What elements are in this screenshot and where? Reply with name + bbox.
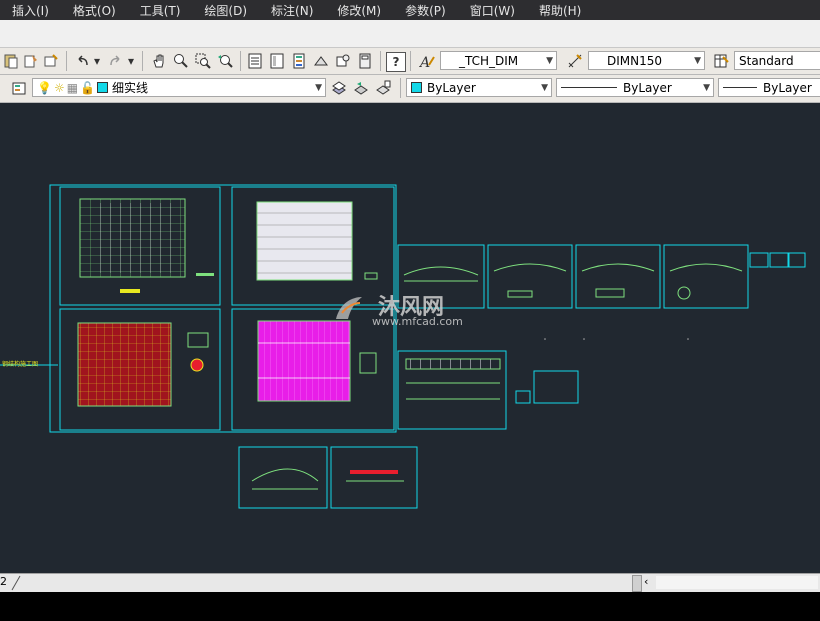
command-line[interactable]	[0, 592, 820, 621]
ribbon-strip	[0, 20, 820, 48]
undo-dropdown-icon[interactable]: ▾	[92, 52, 102, 70]
toolbar-separator	[380, 51, 381, 71]
toolbar-separator	[142, 51, 143, 71]
color-swatch	[411, 82, 422, 93]
color-select[interactable]: ByLayer ▼	[406, 78, 552, 97]
design-center-icon[interactable]	[268, 52, 286, 70]
sheet-set-icon[interactable]	[312, 52, 330, 70]
layer-previous-icon[interactable]	[352, 79, 370, 97]
menu-draw[interactable]: 绘图(D)	[192, 2, 259, 19]
scroll-grip[interactable]	[632, 575, 642, 592]
menu-insert[interactable]: 插入(I)	[0, 2, 61, 19]
chevron-down-icon: ▼	[546, 55, 553, 66]
help-icon[interactable]: ?	[386, 52, 406, 72]
properties-icon[interactable]	[246, 52, 264, 70]
redo-dropdown-icon[interactable]: ▾	[126, 52, 136, 70]
current-layer-name: 细实线	[112, 81, 149, 95]
text-style-value: _TCH_DIM	[459, 53, 519, 68]
layer-select[interactable]: 💡 ☼ ▦ 🔓 细实线 ▼	[32, 78, 326, 97]
calculator-icon[interactable]	[356, 52, 374, 70]
toolbar-separator	[66, 51, 67, 71]
watermark-logo-icon	[332, 293, 366, 323]
sheet-roof-plan[interactable]	[231, 308, 395, 431]
menu-parameters[interactable]: 参数(P)	[393, 2, 458, 19]
left-label: 钢结构施工图	[2, 361, 39, 368]
sheet-elevations[interactable]	[397, 244, 806, 309]
scroll-left-icon[interactable]: ‹	[644, 575, 648, 588]
zoom-window-icon[interactable]	[194, 52, 212, 70]
linetype-preview	[561, 87, 617, 88]
block-editor-icon[interactable]	[42, 52, 60, 70]
chevron-down-icon: ▼	[703, 82, 710, 93]
redo-icon[interactable]	[106, 52, 124, 70]
menu-window[interactable]: 窗口(W)	[458, 2, 527, 19]
model-space-drawing	[0, 184, 806, 509]
lightbulb-icon: 💡	[37, 80, 52, 95]
viewport-freeze-icon: ▦	[66, 80, 79, 95]
make-object-layer-current-icon[interactable]	[330, 79, 348, 97]
layers-toolbar: 💡 ☼ ▦ 🔓 细实线 ▼ ByLayer ▼ ByLayer ▼ ByLaye…	[0, 75, 820, 103]
pan-icon[interactable]	[150, 52, 168, 70]
table-style-select[interactable]: Standard	[734, 51, 820, 70]
markup-icon[interactable]	[334, 52, 352, 70]
dimension-style-value: DIMN150	[607, 53, 663, 68]
dimension-style-select[interactable]: DIMN150 ▼	[588, 51, 705, 70]
zoom-previous-icon[interactable]	[216, 52, 234, 70]
menu-format[interactable]: 格式(O)	[61, 2, 128, 19]
layer-states-icon[interactable]	[374, 79, 392, 97]
zoom-realtime-icon[interactable]	[172, 52, 190, 70]
svg-text:A: A	[419, 55, 430, 69]
tool-palettes-icon[interactable]	[290, 52, 308, 70]
layer-manager-icon[interactable]	[10, 79, 28, 97]
dimension-style-icon[interactable]	[566, 52, 584, 70]
paste-icon[interactable]	[2, 52, 20, 70]
layer-color-swatch	[97, 82, 109, 93]
lineweight-value: ByLayer	[763, 80, 812, 95]
color-value: ByLayer	[427, 80, 476, 95]
watermark-url: www.mfcad.com	[372, 315, 463, 328]
menu-modify[interactable]: 修改(M)	[325, 2, 393, 19]
linetype-value: ByLayer	[623, 80, 672, 95]
toolbar-separator	[240, 51, 241, 71]
standard-toolbar: ▾ ▾ ? A _TCH_DIM ▼ DIMN150 ▼ Standard	[0, 48, 820, 75]
tab-separator-icon	[11, 575, 21, 591]
text-style-icon[interactable]: A	[418, 52, 436, 70]
chevron-down-icon: ▼	[541, 82, 548, 93]
table-style-value: Standard	[739, 53, 794, 68]
sheet-sections[interactable]	[238, 446, 418, 509]
layout-tab-bar: 2 ‹	[0, 573, 820, 592]
unlock-icon: 🔓	[80, 80, 96, 95]
chevron-down-icon: ▼	[694, 55, 701, 66]
layout-tab[interactable]: 2	[0, 575, 7, 588]
menu-help[interactable]: 帮助(H)	[527, 2, 593, 19]
sheet-truss-detail[interactable]	[397, 350, 579, 430]
menu-dimension[interactable]: 标注(N)	[259, 2, 325, 19]
undo-icon[interactable]	[74, 52, 92, 70]
menu-bar: 插入(I) 格式(O) 工具(T) 绘图(D) 标注(N) 修改(M) 参数(P…	[0, 0, 820, 20]
match-properties-icon[interactable]	[22, 52, 40, 70]
drawing-canvas[interactable]: 钢结构施工图 沐风网 www.mfcad.com	[0, 103, 820, 573]
linetype-select[interactable]: ByLayer ▼	[556, 78, 714, 97]
menu-tools[interactable]: 工具(T)	[128, 2, 193, 19]
text-style-select[interactable]: _TCH_DIM ▼	[440, 51, 557, 70]
lineweight-select[interactable]: ByLayer	[718, 78, 820, 97]
sheet-foundation-plan[interactable]	[59, 308, 221, 431]
toolbar-separator	[410, 51, 411, 71]
horizontal-scrollbar[interactable]	[656, 576, 818, 589]
lineweight-preview	[723, 87, 757, 88]
chevron-down-icon: ▼	[315, 82, 322, 93]
sun-icon: ☼	[53, 80, 65, 95]
toolbar-separator	[400, 78, 401, 98]
sheet-plan-2[interactable]	[231, 186, 395, 306]
table-style-icon[interactable]	[712, 52, 730, 70]
